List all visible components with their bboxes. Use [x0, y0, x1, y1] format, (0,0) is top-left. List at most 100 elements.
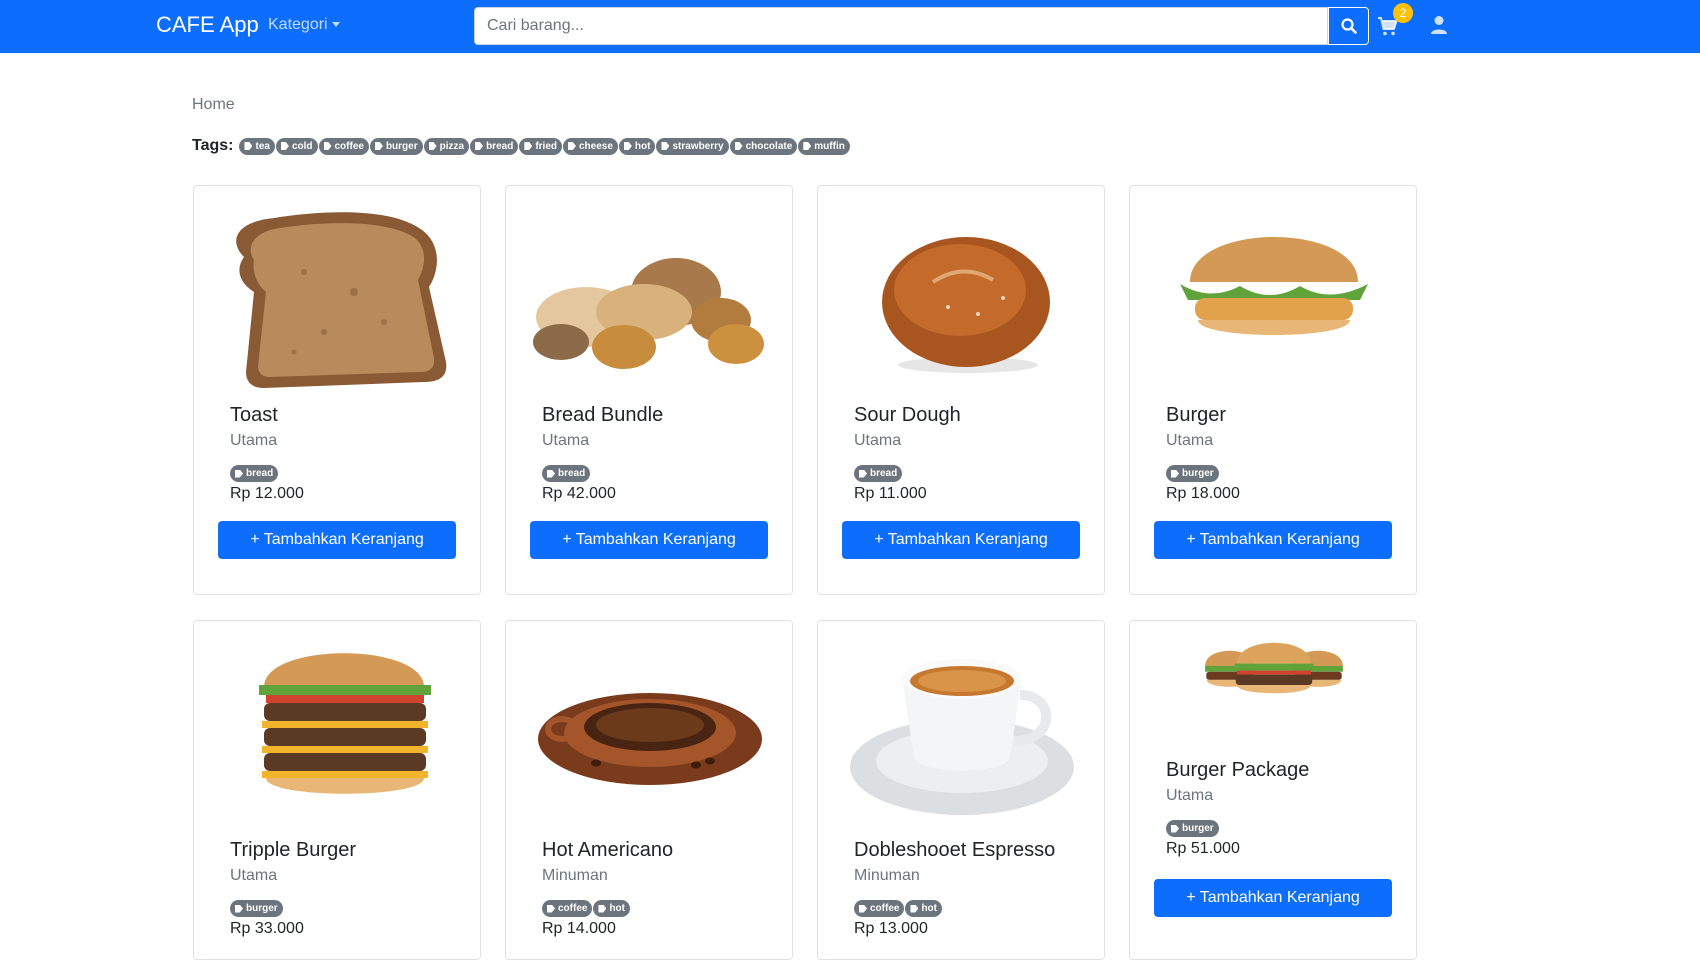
- add-to-cart-button[interactable]: + Tambahkan Keranjang: [218, 521, 456, 559]
- user-icon[interactable]: [1428, 14, 1450, 36]
- tag-label: pizza: [439, 140, 465, 152]
- product-price: Rp 11.000: [854, 485, 927, 502]
- product-price: Rp 33.000: [230, 920, 304, 937]
- add-to-cart-button[interactable]: + Tambahkan Keranjang: [842, 521, 1080, 559]
- tag-icon: [598, 904, 607, 913]
- add-to-cart-button[interactable]: + Tambahkan Keranjang: [1154, 879, 1392, 917]
- product-name: Sour Dough: [854, 404, 961, 426]
- burger-image: [1180, 237, 1368, 335]
- product-tags: burger: [1166, 820, 1220, 837]
- tag-icon: [623, 142, 632, 150]
- tag-label: cold: [291, 140, 313, 152]
- tag-label: burger: [385, 140, 418, 152]
- tag-badge[interactable]: hot: [618, 137, 656, 155]
- tag-badge[interactable]: muffin: [798, 137, 850, 155]
- espresso-image: [850, 659, 1074, 815]
- hot-americano-image: [538, 693, 762, 785]
- tag-icon: [323, 142, 332, 150]
- tag-icon: [235, 469, 243, 478]
- product-tags: bread: [542, 465, 591, 482]
- tag-label: hot: [634, 140, 651, 152]
- bread-bundle-image: [533, 258, 764, 369]
- product-tags: coffee hot: [854, 900, 943, 917]
- burger-package-image: [1205, 642, 1343, 694]
- search-input[interactable]: [474, 7, 1328, 45]
- tag-icon: [475, 142, 484, 150]
- product-name: Tripple Burger: [230, 839, 356, 861]
- tag-badge[interactable]: hot: [905, 900, 942, 917]
- tag-badge[interactable]: tea: [239, 137, 275, 155]
- product-price: Rp 13.000: [854, 920, 928, 937]
- tag-label: bread: [486, 140, 514, 152]
- tag-label: tea: [255, 140, 270, 152]
- product-tags: burger: [230, 900, 284, 917]
- tags-row: Tags: tea cold coffee burger pizza bread…: [192, 137, 851, 155]
- tag-badge[interactable]: coffee: [542, 900, 593, 917]
- tag-icon: [734, 142, 743, 150]
- tag-badge[interactable]: strawberry: [656, 137, 729, 155]
- tag-badge[interactable]: fried: [519, 137, 562, 155]
- tag-label: bread: [870, 468, 898, 479]
- product-category: Utama: [854, 432, 902, 449]
- product-category: Utama: [230, 432, 278, 449]
- product-price: Rp 18.000: [1166, 485, 1240, 502]
- tag-badge[interactable]: bread: [854, 465, 903, 482]
- tag-badge[interactable]: burger: [230, 900, 283, 917]
- kategori-label: Kategori: [268, 16, 328, 33]
- tag-label: cheese: [578, 140, 613, 152]
- tag-icon: [547, 904, 555, 913]
- tag-badge[interactable]: coffee: [318, 137, 369, 155]
- tag-icon: [374, 142, 383, 150]
- brand-logo[interactable]: CAFE App: [156, 12, 259, 38]
- product-tags: burger: [1166, 465, 1220, 482]
- add-to-cart-button[interactable]: + Tambahkan Keranjang: [1154, 521, 1392, 559]
- tag-badge[interactable]: burger: [1166, 820, 1219, 837]
- tag-label: burger: [246, 903, 278, 914]
- toast-image: [236, 212, 447, 388]
- tag-badge[interactable]: cold: [275, 137, 318, 155]
- product-category: Utama: [230, 867, 278, 884]
- add-to-cart-button[interactable]: + Tambahkan Keranjang: [530, 521, 768, 559]
- tag-icon: [859, 469, 867, 478]
- product-card: Dobleshooet Espresso Minuman coffee hot …: [817, 620, 1105, 960]
- tag-badge[interactable]: hot: [593, 900, 630, 917]
- product-tags: bread: [230, 465, 279, 482]
- product-category: Utama: [1166, 787, 1214, 804]
- tag-badge[interactable]: bread: [470, 137, 519, 155]
- product-tags: coffee hot: [542, 900, 631, 917]
- search-button[interactable]: [1328, 7, 1369, 45]
- navbar: CAFE App Kategori 2: [0, 0, 1700, 53]
- cart-count-badge: 2: [1393, 3, 1413, 23]
- tag-label: coffee: [870, 903, 900, 914]
- tag-label: coffee: [334, 140, 364, 152]
- tag-label: strawberry: [672, 140, 724, 152]
- tag-icon: [567, 142, 576, 150]
- tag-icon: [859, 904, 867, 913]
- product-name: Bread Bundle: [542, 404, 664, 426]
- tag-label: fried: [535, 140, 557, 152]
- breadcrumb[interactable]: Home: [192, 96, 235, 114]
- product-category: Utama: [542, 432, 590, 449]
- tag-label: muffin: [814, 140, 845, 152]
- tag-badge[interactable]: burger: [1166, 465, 1219, 482]
- tags-label: Tags:: [192, 137, 234, 154]
- tag-badge[interactable]: pizza: [423, 137, 470, 155]
- product-price: Rp 42.000: [542, 485, 616, 502]
- tag-badge[interactable]: bread: [542, 465, 591, 482]
- product-card: Bread Bundle Utama bread Rp 42.000 + Tam…: [505, 185, 793, 595]
- tag-badge[interactable]: bread: [230, 465, 279, 482]
- tag-badge[interactable]: chocolate: [729, 137, 798, 155]
- product-category: Utama: [1166, 432, 1214, 449]
- product-price: Rp 14.000: [542, 920, 616, 937]
- tag-badge[interactable]: burger: [369, 137, 423, 155]
- tag-label: burger: [1182, 468, 1214, 479]
- product-card: Sour Dough Utama bread Rp 11.000 + Tamba…: [817, 185, 1105, 595]
- tag-badge[interactable]: coffee: [854, 900, 905, 917]
- tag-icon: [1171, 469, 1179, 478]
- tag-badge[interactable]: cheese: [562, 137, 618, 155]
- tag-icon: [280, 142, 289, 150]
- tag-icon: [661, 142, 670, 150]
- kategori-dropdown[interactable]: Kategori: [268, 16, 340, 34]
- product-price: Rp 51.000: [1166, 840, 1240, 857]
- product-name: Hot Americano: [542, 839, 674, 861]
